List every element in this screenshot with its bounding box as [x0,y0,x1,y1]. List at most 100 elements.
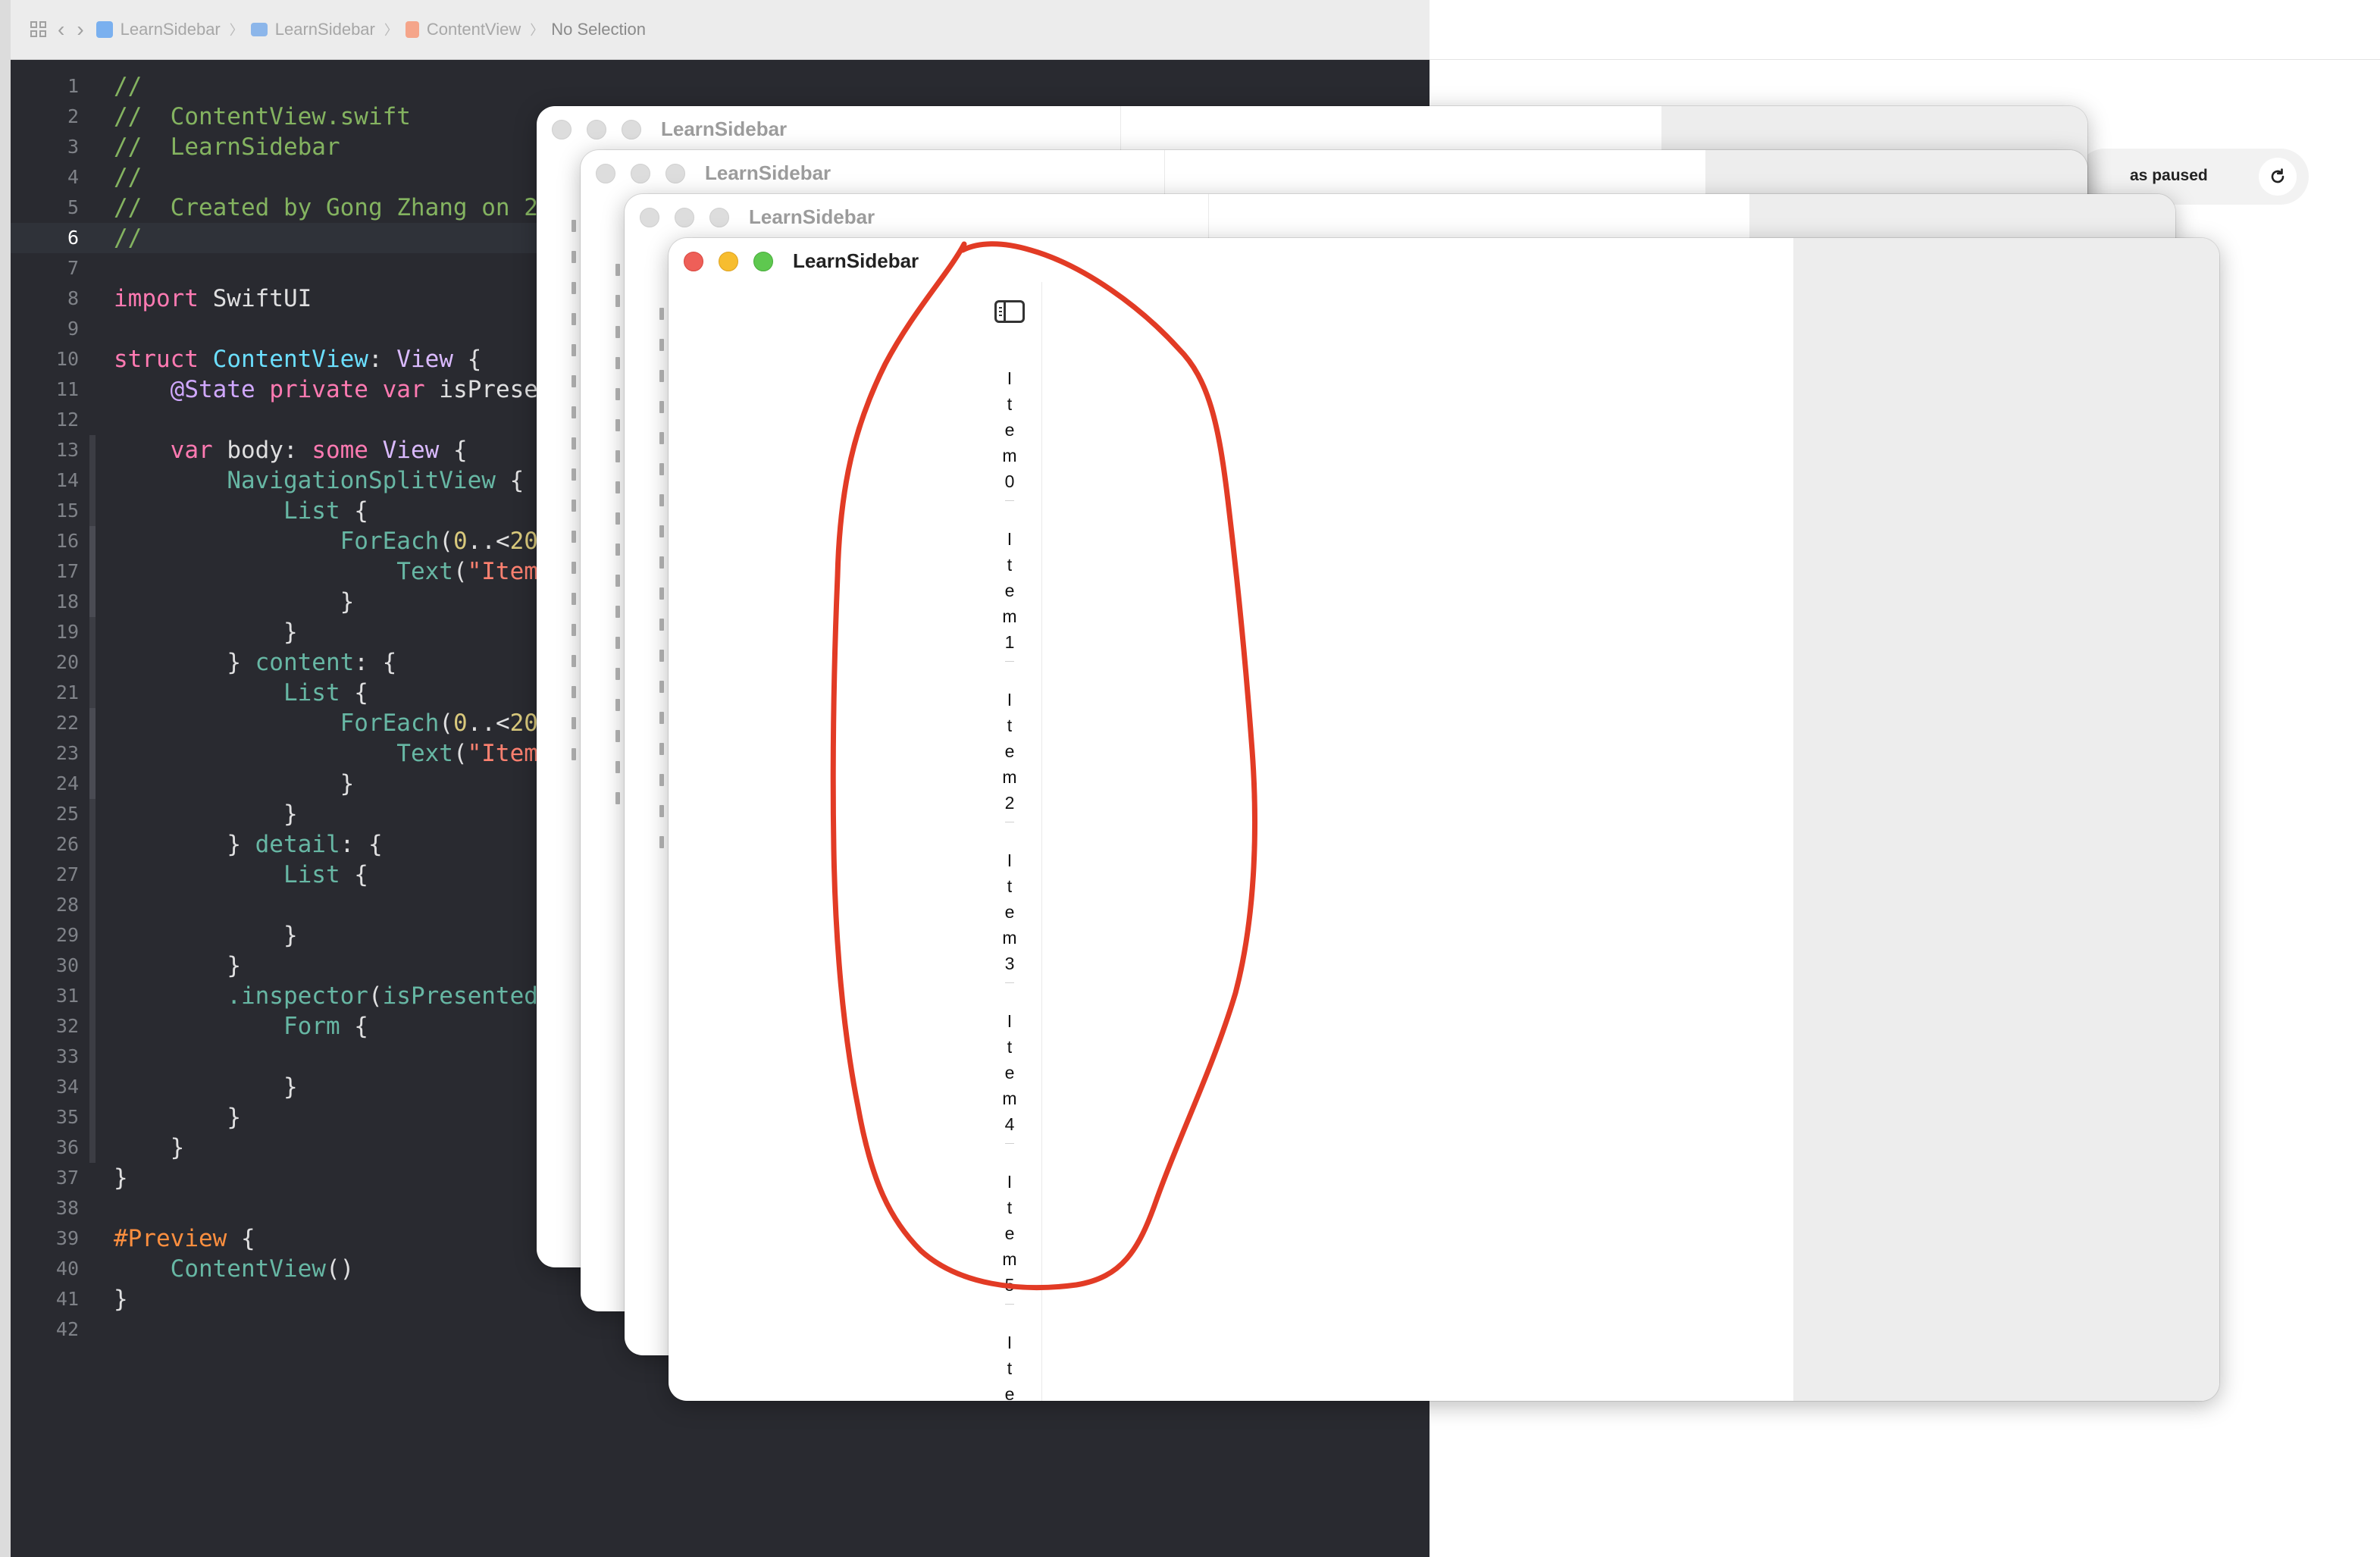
minimize-button[interactable] [587,120,606,139]
fold-ribbon[interactable] [89,587,96,617]
sidebar-item-stub [572,686,576,698]
fold-ribbon[interactable] [89,496,96,526]
breadcrumb-label: LearnSidebar [274,20,375,39]
fold-ribbon[interactable] [89,769,96,799]
zoom-button[interactable] [709,208,729,227]
fold-ribbon[interactable] [89,738,96,769]
code-line[interactable]: 1 // [11,71,1430,102]
fold-ribbon[interactable] [89,1072,96,1102]
window-titlebar[interactable]: LearnSidebar [537,106,2087,150]
close-button[interactable] [552,120,572,139]
code-token: ( [368,982,383,1010]
line-number: 23 [55,742,79,764]
code-token: { [340,1013,368,1040]
code-token: ContentView [170,1255,326,1283]
code-token: some [312,437,368,464]
sidebar-item-char: t [1007,555,1013,575]
code-token: "Item [467,558,538,585]
sidebar-item-stub [659,681,664,693]
sidebar-item[interactable]: Item6 [994,1330,1025,1401]
fold-ribbon[interactable] [89,981,96,1011]
sidebar-item-stub [659,743,664,755]
forward-arrow-icon[interactable]: › [77,17,83,42]
sidebar-item-stub [659,836,664,848]
breadcrumb-project[interactable]: LearnSidebar [96,20,221,39]
window-title: LearnSidebar [749,205,875,228]
sidebar-item-stub [572,344,576,356]
fold-ribbon[interactable] [89,526,96,556]
code-text: } [114,587,355,617]
sidebar-item-stub [572,655,576,667]
code-token: // [114,164,142,191]
back-arrow-icon[interactable]: ‹ [58,17,64,42]
fold-ribbon[interactable] [89,435,96,465]
line-number: 4 [67,166,79,188]
code-text: ForEach(0..<20 [114,708,538,738]
line-number: 25 [55,803,79,825]
window-titlebar[interactable]: LearnSidebar [625,194,2175,238]
app-window-front[interactable]: LearnSidebar Item0 Item1 Item2 Item3 Item4 It… [669,238,2219,1401]
fold-ribbon[interactable] [89,1042,96,1072]
code-token: ( [439,710,453,737]
fold-ribbon[interactable] [89,829,96,860]
code-text: // LearnSidebar [114,132,340,162]
row-divider [1005,1143,1014,1144]
sidebar-toggle-button[interactable] [994,300,1025,323]
close-button[interactable] [684,252,703,271]
code-token: List [283,861,340,888]
window-titlebar[interactable]: LearnSidebar [669,238,2219,282]
zoom-button[interactable] [753,252,773,271]
window-titlebar[interactable]: LearnSidebar [581,150,2087,194]
sidebar-item-stub [615,326,620,338]
code-token: // [114,73,142,100]
zoom-button[interactable] [622,120,641,139]
sidebar-item-char: m [1002,1249,1017,1269]
code-token: // [114,224,142,252]
sidebar-item[interactable]: Item 2 [994,687,1025,822]
close-button[interactable] [596,164,615,183]
fold-ribbon[interactable] [89,890,96,920]
fold-ribbon[interactable] [89,920,96,951]
fold-ribbon[interactable] [89,951,96,981]
sidebar-item-char: e [1004,902,1015,922]
folder-icon [250,23,268,36]
line-number: 22 [55,712,79,734]
fold-ribbon[interactable] [89,799,96,829]
fold-ribbon[interactable] [89,708,96,738]
fold-ribbon[interactable] [89,860,96,890]
line-number: 28 [55,894,79,916]
related-items-icon[interactable] [30,21,47,38]
fold-ribbon[interactable] [89,678,96,708]
sidebar-item[interactable]: Item 5 [994,1169,1025,1305]
fold-ribbon[interactable] [89,465,96,496]
sidebar-item[interactable]: Item 4 [994,1008,1025,1144]
sidebar-item[interactable]: Item 0 [994,365,1025,501]
sidebar-item[interactable]: Item 1 [994,526,1025,662]
refresh-preview-button[interactable] [2259,158,2297,196]
close-button[interactable] [640,208,659,227]
minimize-button[interactable] [631,164,650,183]
breadcrumb-selection[interactable]: No Selection [551,20,646,39]
fold-ribbon[interactable] [89,1133,96,1163]
zoom-button[interactable] [665,164,685,183]
breadcrumb-label: ContentView [426,20,521,39]
column-divider [1208,194,1209,240]
breadcrumb-file[interactable]: ContentView [405,20,521,39]
fold-ribbon[interactable] [89,1011,96,1042]
minimize-button[interactable] [719,252,738,271]
fold-ribbon[interactable] [89,1102,96,1133]
minimize-button[interactable] [675,208,694,227]
code-token: Form [283,1013,340,1040]
fold-ribbon[interactable] [89,556,96,587]
code-token: : { [354,649,397,676]
sidebar-item[interactable]: Item 3 [994,847,1025,983]
fold-ribbon[interactable] [89,617,96,647]
sidebar-item-stub [615,481,620,493]
fold-ribbon[interactable] [89,647,96,678]
breadcrumb-folder[interactable]: LearnSidebar [250,20,375,39]
sidebar-item-char: t [1007,1198,1013,1217]
